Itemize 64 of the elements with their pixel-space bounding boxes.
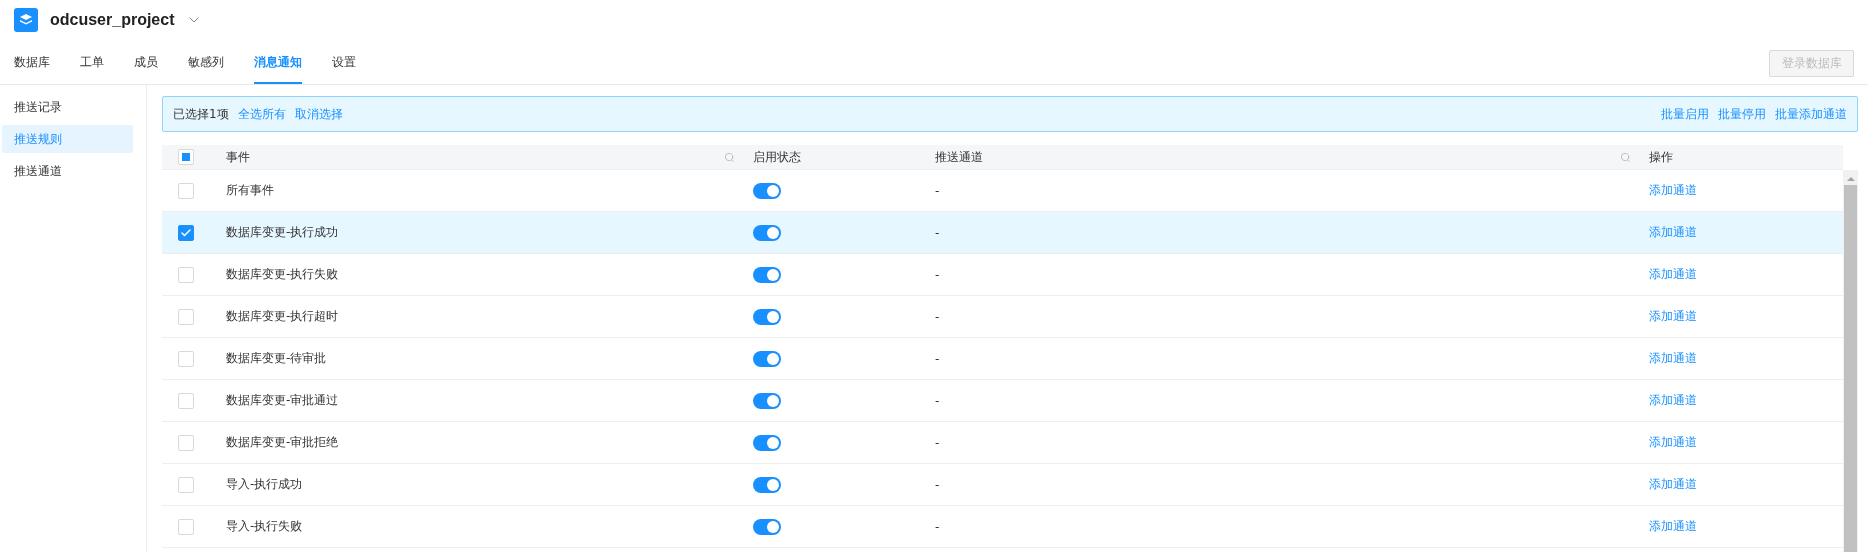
add-channel-link[interactable]: 添加通道 [1649, 350, 1697, 367]
channel-value: - [935, 393, 940, 408]
bulk-action-link[interactable]: 批量添加通道 [1775, 105, 1847, 123]
search-icon[interactable] [1620, 151, 1631, 163]
add-channel-link[interactable]: 添加通道 [1649, 518, 1697, 535]
enable-toggle[interactable] [753, 224, 781, 241]
add-channel-link[interactable]: 添加通道 [1649, 266, 1697, 283]
selection-link[interactable]: 全选所有 [237, 105, 286, 123]
selection-count: 已选择1项 [173, 105, 229, 123]
enable-toggle[interactable] [753, 476, 781, 493]
nav-tab[interactable]: 设置 [332, 42, 356, 84]
row-checkbox[interactable] [178, 224, 194, 241]
event-name: 数据库变更-审批通过 [226, 392, 339, 409]
sidebar-item[interactable]: 推送通道 [2, 157, 133, 185]
enable-toggle[interactable] [753, 350, 781, 367]
selection-link[interactable]: 取消选择 [294, 105, 343, 123]
column-header: 启用状态 [753, 148, 801, 166]
nav-tab[interactable]: 工单 [80, 42, 104, 84]
column-header: 推送通道 [935, 148, 983, 166]
event-name: 数据库变更-执行超时 [226, 308, 339, 325]
channel-value: - [935, 519, 940, 534]
enable-toggle[interactable] [753, 266, 781, 283]
project-logo-icon [14, 8, 38, 32]
channel-value: - [935, 477, 940, 492]
bulk-action-link[interactable]: 批量停用 [1718, 105, 1766, 123]
channel-value: - [935, 309, 940, 324]
search-icon[interactable] [724, 151, 735, 163]
nav-tab[interactable]: 成员 [134, 42, 158, 84]
add-channel-link[interactable]: 添加通道 [1649, 224, 1697, 241]
channel-value: - [935, 351, 940, 366]
event-name: 数据库变更-审批拒绝 [226, 434, 339, 451]
add-channel-link[interactable]: 添加通道 [1649, 476, 1697, 493]
event-name: 导入-执行成功 [226, 476, 303, 493]
project-title: odcuser_project [50, 11, 175, 29]
column-header: 事件 [226, 148, 250, 166]
nav-tab[interactable]: 消息通知 [254, 42, 302, 84]
enable-toggle[interactable] [753, 308, 781, 325]
bulk-action-link[interactable]: 批量启用 [1661, 105, 1709, 123]
sidebar-item[interactable]: 推送记录 [2, 93, 133, 121]
add-channel-link[interactable]: 添加通道 [1649, 308, 1697, 325]
column-header: 操作 [1649, 148, 1673, 166]
channel-value: - [935, 435, 940, 450]
add-channel-link[interactable]: 添加通道 [1649, 434, 1697, 451]
sidebar-item[interactable]: 推送规则 [2, 125, 133, 153]
channel-value: - [935, 183, 940, 198]
event-name: 数据库变更-执行成功 [226, 224, 339, 241]
enable-toggle[interactable] [753, 182, 781, 199]
scrollbar[interactable] [1843, 170, 1858, 552]
add-channel-link[interactable]: 添加通道 [1649, 392, 1697, 409]
channel-value: - [935, 267, 940, 282]
event-name: 所有事件 [226, 182, 274, 199]
enable-toggle[interactable] [753, 434, 781, 451]
add-channel-link[interactable]: 添加通道 [1649, 182, 1697, 199]
table-row[interactable]: 数据库变更-执行成功 - 添加通道 [162, 212, 1843, 254]
event-name: 导入-执行失败 [226, 518, 303, 535]
enable-toggle[interactable] [753, 518, 781, 535]
event-name: 数据库变更-待审批 [226, 350, 327, 367]
select-all-checkbox[interactable] [178, 149, 194, 165]
nav-tab[interactable]: 敏感列 [188, 42, 224, 84]
enable-toggle[interactable] [753, 392, 781, 409]
event-name: 数据库变更-执行失败 [226, 266, 339, 283]
check-icon [180, 226, 192, 239]
channel-value: - [935, 225, 940, 240]
nav-tab[interactable]: 数据库 [14, 42, 50, 84]
